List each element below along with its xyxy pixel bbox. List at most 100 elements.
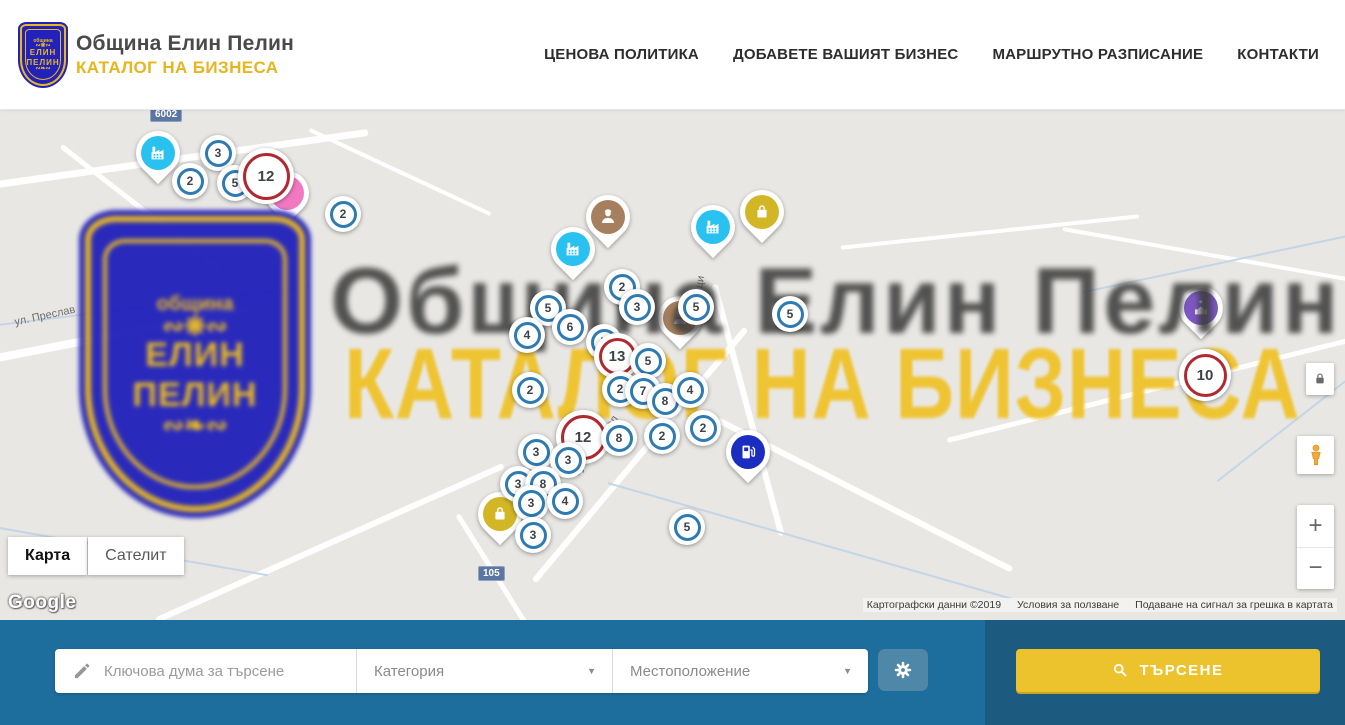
location-select-value: Местоположение	[630, 663, 750, 680]
road-number-badge: 105	[478, 566, 505, 581]
category-select-value: Категория	[374, 663, 444, 680]
advanced-settings-button[interactable]	[878, 649, 928, 691]
google-logo[interactable]: Google	[8, 592, 76, 614]
pegman-icon	[1304, 442, 1328, 468]
factory-pin[interactable]	[682, 196, 744, 258]
cluster-count: 4	[524, 328, 531, 342]
cluster-marker[interactable]: 4	[672, 372, 708, 408]
street-name-label: ул. Преслав	[13, 304, 76, 329]
road-number-badge: 6002	[150, 110, 182, 122]
cluster-count: 12	[575, 429, 592, 446]
cluster-count: 2	[340, 207, 347, 221]
cluster-count: 5	[645, 354, 652, 368]
nav-route-schedule[interactable]: МАРШРУТНО РАЗПИСАНИЕ	[992, 46, 1203, 63]
site-logo[interactable]: община ∾❋∾ ЕЛИН ПЕЛИН ∾❧∾ Община Елин Пе…	[20, 24, 294, 86]
street-view-pegman[interactable]	[1297, 436, 1334, 474]
search-button[interactable]: ТЪРСЕНЕ	[1016, 649, 1320, 692]
cluster-marker[interactable]: 2	[325, 196, 361, 232]
cluster-marker[interactable]: 8	[601, 420, 637, 456]
factory-icon	[702, 216, 724, 238]
zoom-control: + −	[1297, 505, 1334, 589]
cluster-marker[interactable]: 3	[515, 517, 551, 553]
cluster-count: 2	[619, 280, 626, 294]
lock-icon[interactable]	[1306, 363, 1334, 395]
cluster-count: 5	[545, 301, 552, 315]
watermark-crest: община ∾❋∾ ЕЛИН ПЕЛИН ∾❧∾	[85, 216, 305, 512]
attribution-terms-link[interactable]: Условия за ползване	[1017, 599, 1119, 611]
keyword-search-input[interactable]	[104, 663, 344, 680]
cluster-count: 3	[530, 528, 537, 542]
church-icon	[1190, 297, 1212, 319]
cluster-count: 2	[527, 383, 534, 397]
cluster-count: 5	[684, 520, 691, 534]
attribution-report-link[interactable]: Подаване на сигнал за грешка в картата	[1135, 599, 1333, 611]
map-attribution: Картографски данни ©2019 Условия за полз…	[863, 598, 1337, 612]
zoom-in-button[interactable]: +	[1297, 505, 1334, 547]
cluster-count: 13	[609, 348, 626, 365]
cluster-marker[interactable]: 6	[552, 309, 588, 345]
location-select[interactable]: Местоположение ▼	[613, 649, 868, 693]
cluster-marker[interactable]: 5	[772, 296, 808, 332]
cluster-marker[interactable]: 2	[172, 163, 208, 199]
cluster-marker[interactable]: 4	[509, 317, 545, 353]
site-subtitle: КАТАЛОГ НА БИЗНЕСА	[76, 58, 294, 78]
cluster-count: 2	[700, 421, 707, 435]
factory-icon	[147, 142, 169, 164]
cluster-marker[interactable]: 4	[547, 483, 583, 519]
cluster-count: 5	[787, 307, 794, 321]
shop-pin[interactable]	[731, 181, 793, 243]
category-select[interactable]: Категория ▼	[357, 649, 612, 693]
shopping-bag-icon	[751, 201, 773, 223]
road-segment	[155, 463, 505, 620]
cluster-count: 6	[567, 320, 574, 334]
chevron-down-icon: ▼	[587, 666, 596, 676]
cluster-marker[interactable]: 2	[685, 410, 721, 446]
zoom-out-button[interactable]: −	[1297, 547, 1334, 590]
cluster-marker[interactable]: 10	[1179, 349, 1231, 401]
cluster-marker[interactable]: 5	[669, 509, 705, 545]
cluster-marker[interactable]: 12	[238, 148, 294, 204]
nav-pricing[interactable]: ЦЕНОВА ПОЛИТИКА	[544, 46, 699, 63]
keyword-field-wrap	[55, 649, 356, 693]
map-type-control: Карта Сателит	[8, 537, 184, 575]
shopping-bag-icon	[489, 503, 511, 525]
cluster-count: 3	[565, 453, 572, 467]
watermark-subtitle: КАТАЛОГ НА БИЗНЕСА	[344, 334, 1300, 434]
worker-icon	[597, 206, 619, 228]
chevron-down-icon: ▼	[843, 666, 852, 676]
cluster-count: 8	[616, 431, 623, 445]
municipality-crest-icon: община ∾❋∾ ЕЛИН ПЕЛИН ∾❧∾	[20, 24, 66, 86]
site-header: община ∾❋∾ ЕЛИН ПЕЛИН ∾❧∾ Община Елин Пе…	[0, 0, 1345, 110]
church-pin[interactable]	[1170, 277, 1232, 339]
fuel-station-pin[interactable]	[717, 421, 779, 483]
cluster-count: 12	[258, 168, 275, 185]
cluster-marker[interactable]: 5	[678, 289, 714, 325]
cluster-marker[interactable]: 2	[512, 372, 548, 408]
cluster-count: 4	[687, 383, 694, 397]
nav-contacts[interactable]: КОНТАКТИ	[1237, 46, 1319, 63]
fuel-icon	[737, 441, 759, 463]
map-canvas[interactable]: 6002105ул. Преславбул. „Новоселци община…	[0, 110, 1345, 620]
nav-add-business[interactable]: ДОБАВЕТЕ ВАШИЯТ БИЗНЕС	[733, 46, 958, 63]
cluster-count: 7	[640, 384, 647, 398]
search-bar: Категория ▼ Местоположение ▼ ТЪРСЕНЕ	[0, 620, 1345, 725]
attribution-copyright: Картографски данни ©2019	[867, 599, 1001, 611]
cluster-count: 8	[662, 394, 669, 408]
cluster-count: 3	[215, 146, 222, 160]
main-nav: ЦЕНОВА ПОЛИТИКА ДОБАВЕТЕ ВАШИЯТ БИЗНЕС М…	[544, 46, 1319, 63]
cluster-count: 2	[187, 174, 194, 188]
cluster-marker[interactable]: 3	[513, 485, 549, 521]
cluster-marker[interactable]: 3	[518, 434, 554, 470]
cluster-count: 2	[659, 429, 666, 443]
search-button-label: ТЪРСЕНЕ	[1139, 662, 1223, 679]
search-field-group: Категория ▼ Местоположение ▼	[55, 649, 868, 693]
street-name-label: ци	[693, 275, 707, 290]
factory-icon	[562, 238, 584, 260]
cluster-count: 3	[634, 300, 641, 314]
map-type-satellite-button[interactable]: Сателит	[88, 537, 183, 575]
map-type-map-button[interactable]: Карта	[8, 537, 87, 575]
cluster-count: 5	[693, 300, 700, 314]
cluster-marker[interactable]: 2	[644, 418, 680, 454]
cluster-marker[interactable]: 3	[619, 289, 655, 325]
site-title: Община Елин Пелин	[76, 32, 294, 56]
